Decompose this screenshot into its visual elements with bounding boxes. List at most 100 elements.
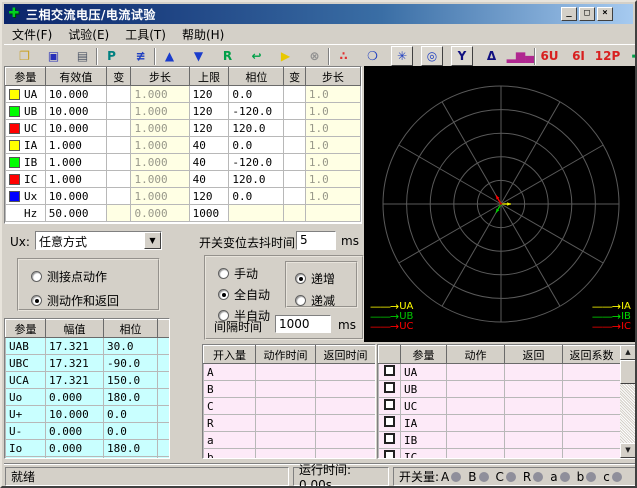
rms-value-cell[interactable]: 10.000 (45, 120, 106, 137)
vary2-cell[interactable] (284, 86, 305, 103)
step2-cell[interactable]: 1.0 (305, 188, 360, 205)
phase-cell[interactable] (229, 205, 284, 222)
vary2-cell[interactable] (284, 205, 305, 222)
step-cell[interactable]: 1.000 (131, 137, 189, 154)
radio-circle[interactable] (295, 273, 306, 284)
rms-value-cell[interactable]: 1.000 (45, 154, 106, 171)
step-cell[interactable]: 1.000 (131, 171, 189, 188)
phase-cell[interactable]: -120.0 (229, 103, 284, 120)
vary-cell[interactable] (106, 154, 130, 171)
vary-cell[interactable] (106, 103, 130, 120)
step2-cell[interactable]: 1.0 (305, 120, 360, 137)
step-cell[interactable]: 1.000 (131, 120, 189, 137)
vertical-scrollbar[interactable]: ▲ ▼ (620, 345, 636, 458)
toolbar-button[interactable]: ✳ (391, 46, 413, 66)
toolbar-button[interactable]: ↩ (246, 46, 267, 66)
radio-option[interactable]: 递增 (295, 270, 356, 287)
step-cell[interactable]: 1.000 (131, 188, 189, 205)
rms-value-cell[interactable]: 1.000 (45, 137, 106, 154)
menu-item[interactable]: 帮助(H) (174, 24, 232, 45)
checkbox[interactable] (384, 365, 395, 376)
radio-option[interactable]: 递减 (295, 292, 356, 309)
close-button[interactable]: × (597, 7, 613, 21)
scroll-up-icon[interactable]: ▲ (620, 345, 636, 360)
maximize-button[interactable]: □ (579, 7, 595, 21)
select-cell[interactable] (379, 398, 401, 415)
vary-cell[interactable] (106, 171, 130, 188)
toolbar-button[interactable]: ◎ (421, 46, 443, 66)
vary-cell[interactable] (106, 188, 130, 205)
radio-circle[interactable] (31, 295, 42, 306)
step2-cell[interactable]: 1.0 (305, 86, 360, 103)
menu-item[interactable]: 工具(T) (117, 24, 174, 45)
checkbox[interactable] (384, 416, 395, 427)
vary-cell[interactable] (106, 86, 130, 103)
radio-circle[interactable] (31, 271, 42, 282)
limit-cell[interactable]: 40 (189, 137, 229, 154)
toolbar-button[interactable]: P (101, 46, 122, 66)
step-cell[interactable]: 1.000 (131, 86, 189, 103)
toolbar-button[interactable]: 12P (597, 46, 618, 66)
vary2-cell[interactable] (284, 171, 305, 188)
select-cell[interactable] (379, 364, 401, 381)
limit-cell[interactable]: 120 (189, 103, 229, 120)
phase-cell[interactable]: 0.0 (229, 137, 284, 154)
radio-circle[interactable] (218, 289, 229, 300)
rms-value-cell[interactable]: 10.000 (45, 188, 106, 205)
rms-value-cell[interactable]: 10.000 (45, 103, 106, 120)
limit-cell[interactable]: 120 (189, 120, 229, 137)
checkbox[interactable] (384, 399, 395, 410)
toolbar-button[interactable]: ▣ (43, 46, 64, 66)
vary-cell[interactable] (106, 205, 130, 222)
toolbar-button[interactable]: ▲ (159, 46, 180, 66)
radio-option[interactable]: 测动作和返回 (31, 292, 158, 309)
checkbox[interactable] (384, 382, 395, 393)
checkbox[interactable] (384, 433, 395, 444)
phase-cell[interactable]: -120.0 (229, 154, 284, 171)
step-cell[interactable]: 0.000 (131, 205, 189, 222)
radio-option[interactable]: 手动 (218, 265, 270, 282)
scrollbar-thumb[interactable] (620, 360, 636, 384)
limit-cell[interactable]: 40 (189, 154, 229, 171)
toolbar-button[interactable]: Y (451, 46, 473, 66)
select-cell[interactable] (379, 415, 401, 432)
toolbar-button[interactable]: ▤ (72, 46, 93, 66)
menu-item[interactable]: 文件(F) (4, 24, 60, 45)
rms-value-cell[interactable]: 10.000 (45, 86, 106, 103)
vary-cell[interactable] (106, 120, 130, 137)
toolbar-button[interactable]: ∴ (333, 46, 354, 66)
toolbar-button[interactable]: ❐ (14, 46, 35, 66)
step2-cell[interactable]: 1.0 (305, 171, 360, 188)
radio-circle[interactable] (295, 295, 306, 306)
select-cell[interactable] (379, 449, 401, 460)
limit-cell[interactable]: 1000 (189, 205, 229, 222)
limit-cell[interactable]: 120 (189, 188, 229, 205)
menu-item[interactable]: 试验(E) (60, 24, 117, 45)
debounce-input[interactable]: 5 (296, 231, 336, 250)
phase-cell[interactable]: 0.0 (229, 86, 284, 103)
step-cell[interactable]: 1.000 (131, 154, 189, 171)
vary2-cell[interactable] (284, 137, 305, 154)
toolbar-button[interactable]: 6U (539, 46, 560, 66)
vary2-cell[interactable] (284, 120, 305, 137)
toolbar-button[interactable]: ▂▆▄ (510, 46, 531, 66)
toolbar-button[interactable]: Δ (481, 46, 502, 66)
step2-cell[interactable]: 1.0 (305, 137, 360, 154)
toolbar-button[interactable]: ⊗ (304, 46, 325, 66)
ux-mode-select[interactable]: 任意方式 ▼ (35, 231, 162, 250)
radio-circle[interactable] (218, 268, 229, 279)
toolbar-button[interactable]: 6I (568, 46, 589, 66)
chevron-down-icon[interactable]: ▼ (144, 232, 161, 249)
vary-cell[interactable] (106, 137, 130, 154)
toolbar-button[interactable]: ≢ (130, 46, 151, 66)
toolbar-button[interactable]: ❍ (362, 46, 383, 66)
toolbar-button[interactable]: R (217, 46, 238, 66)
phase-cell[interactable]: 120.0 (229, 120, 284, 137)
minimize-button[interactable]: _ (561, 7, 577, 21)
toolbar-button[interactable]: ▶ (275, 46, 296, 66)
phase-cell[interactable]: 0.0 (229, 188, 284, 205)
select-cell[interactable] (379, 381, 401, 398)
rms-value-cell[interactable]: 50.000 (45, 205, 106, 222)
checkbox[interactable] (384, 450, 395, 459)
phase-cell[interactable]: 120.0 (229, 171, 284, 188)
